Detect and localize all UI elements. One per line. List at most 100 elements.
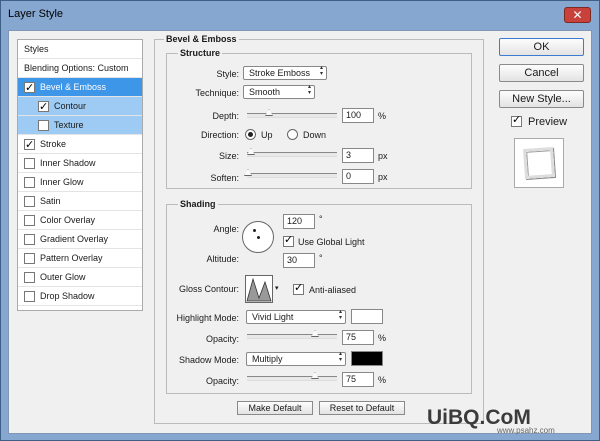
title-bar: Layer Style ✕ — [1, 1, 599, 31]
size-input[interactable]: 3 — [342, 148, 374, 163]
technique-label: Technique: — [195, 88, 239, 98]
style-item[interactable]: Drop Shadow — [18, 287, 142, 306]
global-light-checkbox[interactable] — [283, 233, 294, 247]
style-item-checkbox[interactable] — [24, 272, 35, 283]
soften-unit: px — [378, 172, 388, 182]
style-item[interactable]: Color Overlay — [18, 211, 142, 230]
soften-slider[interactable] — [244, 169, 337, 178]
shadow-opacity-input[interactable]: 75 — [342, 372, 374, 387]
style-item-checkbox[interactable] — [24, 79, 35, 97]
preview-checkbox[interactable] — [511, 113, 522, 127]
shadow-opacity-slider[interactable] — [247, 372, 337, 381]
angle-dial-center — [257, 236, 260, 239]
watermark-url: www.psahz.com — [497, 426, 555, 435]
altitude-label: Altitude: — [206, 254, 239, 264]
direction-up-radio[interactable] — [245, 129, 256, 140]
style-item-checkbox[interactable] — [24, 291, 35, 302]
gloss-contour-curve-icon — [246, 277, 272, 302]
style-item-checkbox[interactable] — [24, 253, 35, 264]
technique-select[interactable]: Smooth — [243, 84, 315, 99]
style-label: Style: — [216, 69, 239, 79]
dialog-body: Styles Blending Options: Custom Bevel & … — [8, 30, 592, 435]
gloss-contour-dropdown-icon[interactable]: ▾ — [275, 284, 279, 292]
depth-unit: % — [378, 111, 387, 121]
highlight-mode-select[interactable]: Vivid Light — [246, 309, 346, 324]
direction-up-label: Up — [261, 130, 273, 140]
highlight-mode-label: Highlight Mode: — [176, 313, 239, 323]
structure-title: Structure — [178, 48, 223, 58]
style-item[interactable]: Gradient Overlay — [18, 230, 142, 249]
style-item[interactable]: Bevel & Emboss — [18, 78, 142, 97]
style-item[interactable]: Pattern Overlay — [18, 249, 142, 268]
style-item-label: Stroke — [40, 139, 67, 149]
preview-stroke-square — [522, 146, 556, 180]
blending-options[interactable]: Blending Options: Custom — [18, 59, 142, 78]
shadow-opacity-unit: % — [378, 375, 387, 385]
direction-down-label: Down — [303, 130, 327, 140]
style-item-checkbox[interactable] — [24, 215, 35, 226]
style-item-label: Inner Glow — [40, 177, 84, 187]
style-item-checkbox[interactable] — [24, 158, 35, 169]
gloss-contour-label: Gloss Contour: — [178, 284, 239, 294]
angle-input[interactable]: 120 — [283, 214, 315, 229]
bevel-emboss-title: Bevel & Emboss — [164, 34, 239, 44]
anti-aliased-label: Anti-aliased — [309, 285, 357, 295]
style-item-label: Texture — [54, 120, 84, 130]
soften-input[interactable]: 0 — [342, 169, 374, 184]
style-preview-thumbnail — [514, 138, 564, 188]
style-item-checkbox[interactable] — [24, 234, 35, 245]
style-item-label: Contour — [54, 101, 87, 111]
preview-label: Preview — [528, 116, 568, 128]
style-item-label: Inner Shadow — [40, 158, 96, 168]
gloss-contour-preview[interactable] — [245, 275, 273, 303]
angle-label: Angle: — [213, 224, 239, 234]
style-item[interactable]: Contour — [18, 97, 142, 116]
angle-dial-marker — [253, 229, 256, 232]
style-item-label: Color Overlay — [40, 215, 96, 225]
shadow-mode-label: Shadow Mode: — [178, 355, 239, 365]
shading-title: Shading — [178, 199, 218, 209]
style-item[interactable]: Texture — [18, 116, 142, 135]
style-item-label: Gradient Overlay — [40, 234, 109, 244]
reset-to-default-button[interactable]: Reset to Default — [319, 401, 405, 415]
style-item[interactable]: Stroke — [18, 135, 142, 154]
depth-slider[interactable] — [247, 109, 337, 118]
highlight-opacity-slider[interactable] — [247, 330, 337, 339]
style-item[interactable]: Inner Shadow — [18, 154, 142, 173]
style-select[interactable]: Stroke Emboss — [243, 65, 327, 80]
close-button[interactable]: ✕ — [564, 7, 591, 23]
highlight-opacity-input[interactable]: 75 — [342, 330, 374, 345]
shadow-mode-select[interactable]: Multiply — [246, 351, 346, 366]
styles-header[interactable]: Styles — [18, 40, 142, 59]
shadow-color-swatch[interactable] — [351, 351, 383, 366]
make-default-button[interactable]: Make Default — [237, 401, 313, 415]
depth-input[interactable]: 100 — [342, 108, 374, 123]
ok-button[interactable]: OK — [499, 38, 584, 56]
size-slider[interactable] — [247, 148, 337, 157]
style-item-label: Bevel & Emboss — [40, 82, 107, 92]
style-item[interactable]: Inner Glow — [18, 173, 142, 192]
anti-aliased-checkbox[interactable] — [293, 281, 304, 295]
angle-degree: ° — [319, 214, 323, 224]
style-item-label: Outer Glow — [40, 272, 86, 282]
style-item-checkbox[interactable] — [38, 120, 49, 131]
cancel-button[interactable]: Cancel — [499, 64, 584, 82]
soften-label: Soften: — [210, 173, 239, 183]
style-item-label: Pattern Overlay — [40, 253, 103, 263]
style-item-checkbox[interactable] — [24, 136, 35, 154]
style-item-checkbox[interactable] — [38, 98, 49, 116]
new-style-button[interactable]: New Style... — [499, 90, 584, 108]
style-item[interactable]: Satin — [18, 192, 142, 211]
direction-down-radio[interactable] — [287, 129, 298, 140]
angle-dial[interactable] — [242, 221, 274, 253]
highlight-opacity-label: Opacity: — [205, 334, 239, 344]
global-light-label: Use Global Light — [298, 237, 365, 247]
highlight-opacity-unit: % — [378, 333, 387, 343]
highlight-color-swatch[interactable] — [351, 309, 383, 324]
style-item-checkbox[interactable] — [24, 177, 35, 188]
direction-label: Direction: — [200, 130, 239, 140]
style-item-checkbox[interactable] — [24, 196, 35, 207]
style-item[interactable]: Outer Glow — [18, 268, 142, 287]
style-item-label: Drop Shadow — [40, 291, 95, 301]
altitude-input[interactable]: 30 — [283, 253, 315, 268]
